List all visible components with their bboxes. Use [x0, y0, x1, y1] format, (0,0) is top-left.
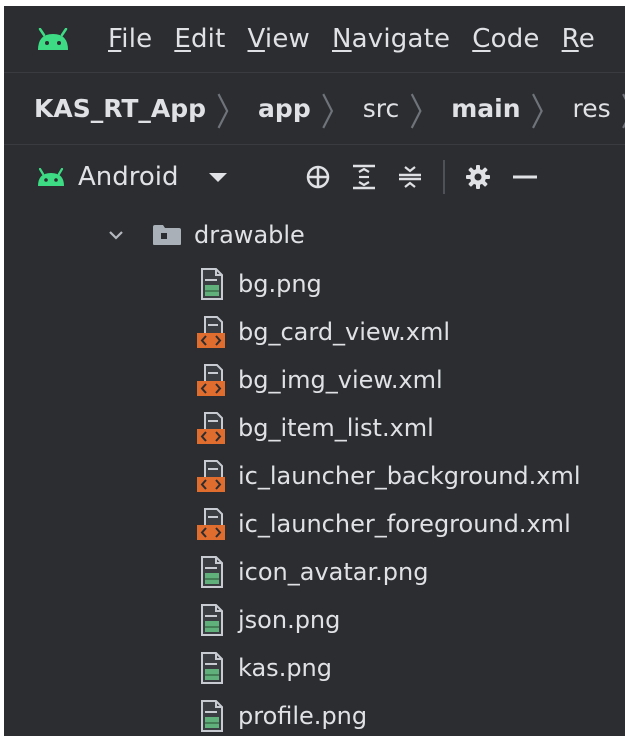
tree-file-label: kas.png [238, 654, 332, 682]
tree-file-item[interactable]: ic_launcher_background.xml [4, 452, 625, 500]
image-file-icon [196, 699, 226, 733]
tree-file-item[interactable]: bg_card_view.xml [4, 308, 625, 356]
breadcrumb-item-project[interactable]: KAS_RT_App [34, 94, 206, 123]
tree-file-label: json.png [238, 606, 341, 634]
image-file-icon [196, 555, 226, 589]
menu-code[interactable]: Code [472, 24, 539, 54]
breadcrumb-separator: 〉 [409, 91, 440, 135]
tree-file-label: icon_avatar.png [238, 558, 429, 586]
tree-file-label: bg_card_view.xml [238, 318, 450, 346]
toolbar-divider [442, 160, 445, 194]
menu-file[interactable]: File [108, 24, 152, 54]
tree-file-item[interactable]: icon_avatar.png [4, 548, 625, 596]
chevron-down-icon [208, 172, 227, 182]
folder-icon [152, 224, 182, 246]
tree-file-item[interactable]: profile.png [4, 692, 625, 736]
image-file-icon [196, 267, 226, 301]
image-file-icon [196, 603, 226, 637]
project-toolbar: Android [4, 146, 625, 208]
breadcrumb-item-res[interactable]: res [573, 94, 611, 123]
tree-file-item[interactable]: bg_img_view.xml [4, 356, 625, 404]
xml-file-icon [196, 363, 226, 397]
menu-edit[interactable]: Edit [174, 24, 225, 54]
project-view-selector[interactable]: Android [36, 162, 227, 192]
breadcrumb-item-app[interactable]: app [258, 94, 311, 123]
xml-file-icon [196, 507, 226, 541]
breadcrumb-separator: 〉 [530, 91, 561, 135]
breadcrumb-item-main[interactable]: main [451, 94, 520, 123]
tree-file-label: bg.png [238, 270, 322, 298]
breadcrumb: KAS_RT_App 〉 app 〉 src 〉 main 〉 res 〉 la… [4, 73, 625, 145]
tree-file-label: profile.png [238, 702, 368, 730]
tree-file-item[interactable]: kas.png [4, 644, 625, 692]
breadcrumb-separator: 〉 [320, 91, 351, 135]
tree-file-item[interactable]: bg.png [4, 260, 625, 308]
xml-file-icon [196, 459, 226, 493]
ide-window: File Edit View Navigate Code Re KAS_RT_A… [0, 0, 625, 736]
tree-folder-label: drawable [194, 221, 305, 249]
menu-navigate[interactable]: Navigate [332, 24, 450, 54]
menu-view[interactable]: View [247, 24, 310, 54]
menu-refactor[interactable]: Re [562, 24, 595, 54]
menu-bar: File Edit View Navigate Code Re [4, 6, 625, 73]
tree-folder-drawable[interactable]: drawable [4, 210, 625, 260]
chevron-down-icon[interactable] [108, 227, 124, 243]
select-opened-file-icon[interactable] [305, 164, 331, 190]
project-tree: drawable bg.png bg_card_view.xml bg_img_… [4, 210, 625, 736]
tree-file-label: ic_launcher_background.xml [238, 462, 581, 490]
xml-file-icon [196, 411, 226, 445]
project-view-label: Android [78, 162, 179, 192]
expand-all-icon[interactable] [351, 164, 377, 190]
tree-file-label: bg_img_view.xml [238, 366, 443, 394]
tree-file-item[interactable]: json.png [4, 596, 625, 644]
tree-file-item[interactable]: ic_launcher_foreground.xml [4, 500, 625, 548]
android-icon [36, 167, 66, 186]
file-list: bg.png bg_card_view.xml bg_img_view.xml … [4, 260, 625, 736]
collapse-all-icon[interactable] [397, 164, 423, 190]
image-file-icon [196, 651, 226, 685]
tree-file-label: bg_item_list.xml [238, 414, 434, 442]
breadcrumb-separator: 〉 [216, 91, 247, 135]
tree-file-item[interactable]: bg_item_list.xml [4, 404, 625, 452]
android-icon[interactable] [36, 27, 70, 50]
breadcrumb-separator: 〉 [621, 81, 625, 136]
tree-file-label: ic_launcher_foreground.xml [238, 510, 571, 538]
gear-icon[interactable] [465, 164, 491, 190]
breadcrumb-item-src[interactable]: src [363, 94, 400, 123]
xml-file-icon [196, 315, 226, 349]
hide-panel-icon[interactable] [511, 164, 537, 190]
